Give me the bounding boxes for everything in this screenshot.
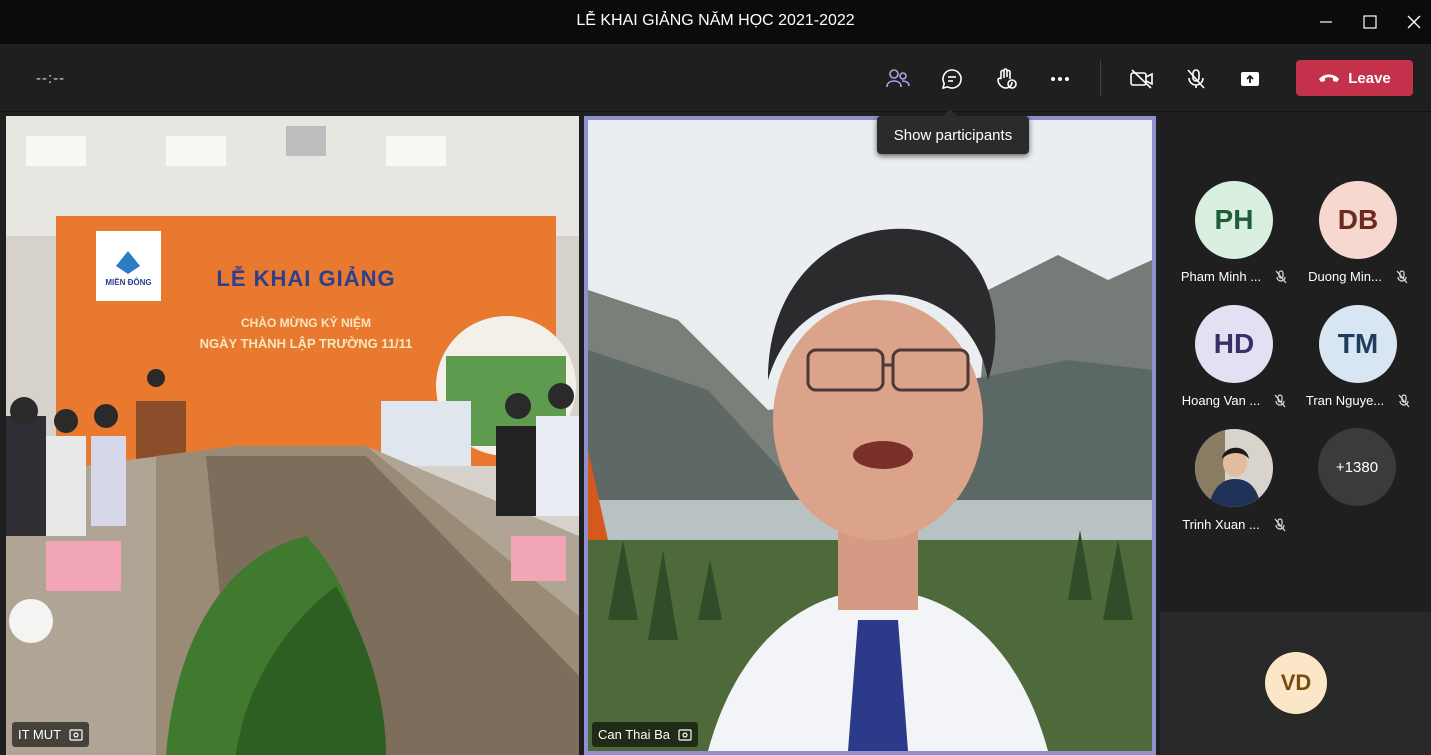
participant-tile[interactable]: Trinh Xuan ... <box>1174 429 1294 532</box>
share-icon <box>1241 72 1259 86</box>
avatar: DB <box>1319 181 1397 259</box>
meeting-timer: --:-- <box>36 70 66 87</box>
chat-button[interactable] <box>935 62 969 96</box>
background-effect-icon <box>69 728 83 741</box>
meeting-toolbar: --:-- Leave <box>0 44 1431 112</box>
video-tile-it-mut[interactable]: LỄ KHAI GIẢNG CHÀO MỪNG KỶ NIỆM NGÀY THÀ… <box>6 116 579 755</box>
maximize-icon <box>1363 15 1377 29</box>
participant-name: IT MUT <box>18 727 62 742</box>
muted-mic-icon <box>1274 517 1286 531</box>
toolbar-divider <box>1100 60 1101 96</box>
raise-hand-icon <box>997 68 1017 89</box>
maximize-button[interactable] <box>1356 8 1384 36</box>
muted-mic-icon <box>1396 269 1408 283</box>
participant-name: Duong Min... <box>1308 269 1382 284</box>
raise-hand-button[interactable] <box>989 62 1023 96</box>
leave-label: Leave <box>1348 69 1391 87</box>
share-content-button[interactable] <box>1233 62 1267 96</box>
minimize-button[interactable] <box>1312 8 1340 36</box>
mic-toggle-button[interactable] <box>1179 62 1213 96</box>
window-title: LỄ KHAI GIẢNG NĂM HỌC 2021-2022 <box>576 12 855 29</box>
participant-name: Hoang Van ... <box>1181 393 1261 408</box>
camera-off-icon <box>1130 69 1153 89</box>
self-avatar: VD <box>1265 652 1327 714</box>
participant-tile[interactable]: HD Hoang Van ... <box>1174 305 1294 408</box>
avatar-photo <box>1195 429 1273 507</box>
participant-name: Trinh Xuan ... <box>1182 517 1260 532</box>
more-icon <box>1051 77 1069 81</box>
avatar: TM <box>1319 305 1397 383</box>
video-name-badge-can-thai-ba: Can Thai Ba <box>592 722 699 747</box>
profile-photo <box>1195 429 1273 507</box>
muted-mic-icon <box>1274 393 1286 407</box>
participant-tile[interactable]: DB Duong Min... <box>1298 181 1418 284</box>
slide-subtitle: CHÀO MỪNG KỶ NIỆM <box>241 316 371 330</box>
show-participants-button[interactable] <box>881 62 915 96</box>
mic-off-icon <box>1187 69 1205 89</box>
participant-tile[interactable]: PH Pham Minh ... <box>1174 181 1294 284</box>
muted-mic-icon <box>1275 269 1287 283</box>
leave-button[interactable]: Leave <box>1296 60 1413 96</box>
chat-icon <box>941 69 962 90</box>
speaker-video <box>588 120 1152 751</box>
participant-name: Pham Minh ... <box>1180 269 1262 284</box>
video-tile-can-thai-ba[interactable]: Can Thai Ba <box>584 116 1156 755</box>
close-button[interactable] <box>1400 8 1428 36</box>
school-logo-text: MIỀN ĐÔNG <box>105 278 152 287</box>
camera-toggle-button[interactable] <box>1125 62 1159 96</box>
more-participants-button[interactable]: +1380 <box>1318 428 1396 506</box>
minimize-icon <box>1320 21 1332 23</box>
participant-name: Can Thai Ba <box>598 727 671 742</box>
muted-mic-icon <box>1398 393 1410 407</box>
background-effect-icon <box>678 728 692 741</box>
avatar: HD <box>1195 305 1273 383</box>
participants-tooltip: Show participants <box>877 109 1029 154</box>
participant-tile[interactable]: TM Tran Nguye... <box>1298 305 1418 408</box>
slide-anniversary: NGÀY THÀNH LẬP TRƯỜNG 11/11 <box>199 336 413 351</box>
more-actions-button[interactable] <box>1043 62 1077 96</box>
phone-icon <box>1319 74 1340 82</box>
title-bar: LỄ KHAI GIẢNG NĂM HỌC 2021-2022 <box>0 0 1431 44</box>
slide-title: LỄ KHAI GIẢNG <box>216 266 396 291</box>
video-name-badge-it-mut: IT MUT <box>12 722 90 747</box>
avatar: PH <box>1195 181 1273 259</box>
participant-name: Tran Nguye... <box>1305 393 1385 408</box>
close-icon <box>1407 15 1421 29</box>
participants-icon <box>886 69 910 88</box>
ceremony-room-video <box>6 116 579 755</box>
